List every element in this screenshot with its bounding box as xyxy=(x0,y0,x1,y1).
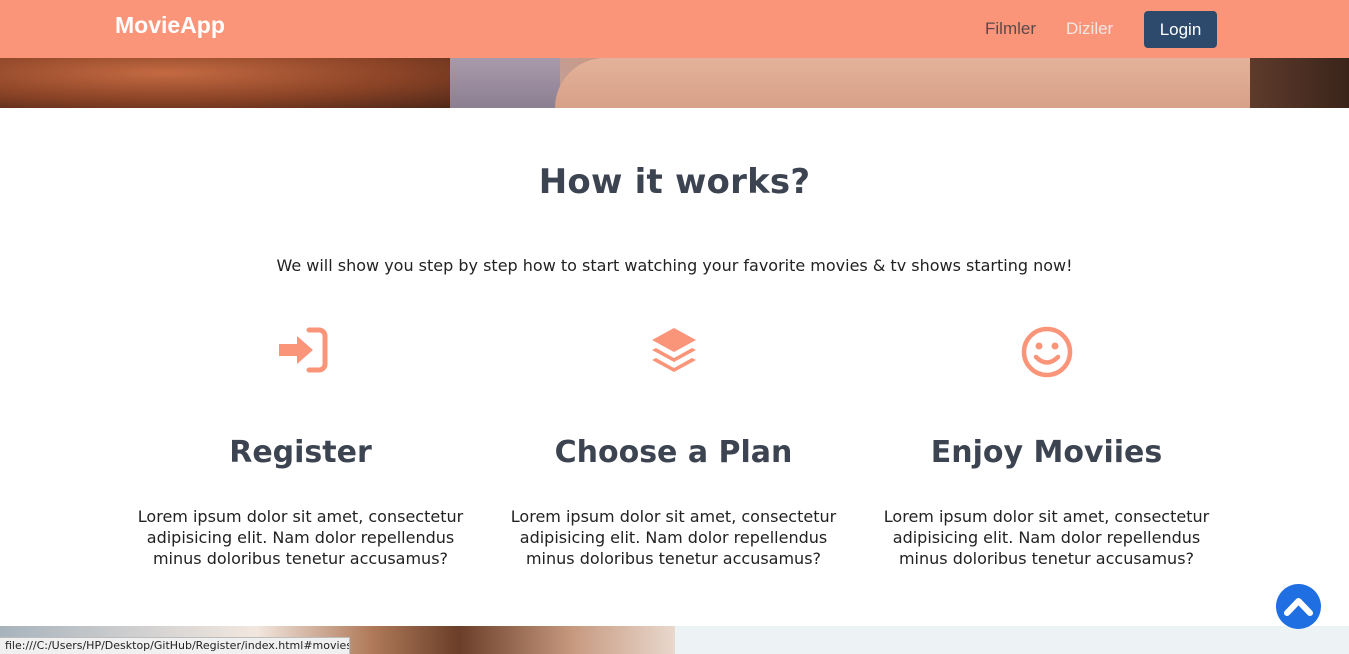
step-description: Lorem ipsum dolor sit amet, consectetur … xyxy=(510,507,837,568)
layers-icon xyxy=(651,328,696,372)
chevron-up-icon xyxy=(1284,598,1313,616)
smile-icon xyxy=(1021,326,1072,378)
nav-link-diziler[interactable]: Diziler xyxy=(1066,19,1113,39)
login-button[interactable]: Login xyxy=(1144,11,1217,48)
step-description: Lorem ipsum dolor sit amet, consectetur … xyxy=(883,507,1210,568)
step-enjoy-movies: Enjoy Moviies Lorem ipsum dolor sit amet… xyxy=(860,320,1233,569)
step-title: Choose a Plan xyxy=(554,435,793,470)
scroll-to-top-button[interactable] xyxy=(1276,584,1321,629)
navbar: MovieApp Filmler Diziler Login xyxy=(0,0,1349,58)
step-register: Register Lorem ipsum dolor sit amet, con… xyxy=(114,320,487,569)
section-subtitle: We will show you step by step how to sta… xyxy=(276,256,1073,275)
step-title: Enjoy Moviies xyxy=(930,435,1163,470)
nav-link-filmler[interactable]: Filmler xyxy=(985,19,1036,39)
browser-status-bar: file:///C:/Users/HP/Desktop/GitHub/Regis… xyxy=(0,637,350,654)
step-title: Register xyxy=(229,435,372,470)
brand-logo[interactable]: MovieApp xyxy=(115,12,225,39)
step-description: Lorem ipsum dolor sit amet, consectetur … xyxy=(137,507,464,568)
bottom-panel xyxy=(675,626,1349,654)
sign-in-icon xyxy=(278,327,327,373)
section-title: How it works? xyxy=(538,162,811,202)
step-choose-plan: Choose a Plan Lorem ipsum dolor sit amet… xyxy=(487,320,860,569)
